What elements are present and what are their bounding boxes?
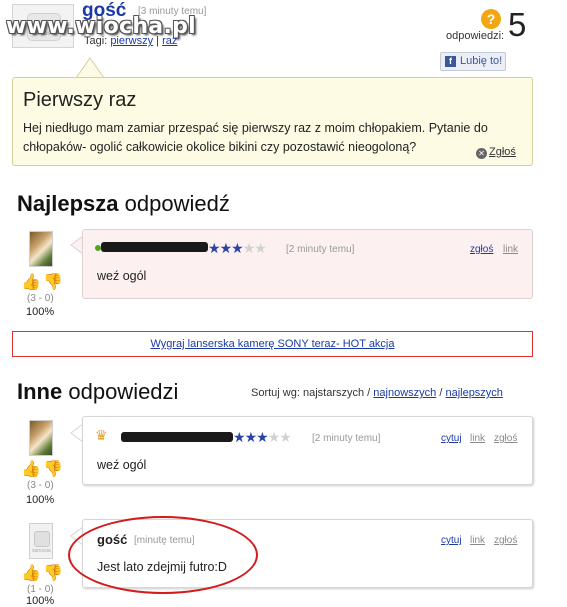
question-title: Pierwszy raz [23,89,137,111]
sort-divider: / [439,387,443,399]
answer-quote-link[interactable]: cytuj [441,535,462,546]
tags-label: Tagi: [84,35,108,47]
report-question-label: Zgłoś [489,146,516,158]
report-question-button[interactable]: ✕ Zgłoś [476,146,516,159]
answer-author-redacted [121,432,233,442]
star-icon: ★ [231,240,244,256]
answer-permalink[interactable]: link [470,433,485,444]
best-answer-heading-bold: Najlepsza [17,191,119,216]
close-icon: ✕ [476,148,487,159]
sort-best-link[interactable]: najlepszych [445,387,502,399]
avatar-caption: samosia [32,548,51,554]
highlight-ellipse [68,516,258,594]
question-time: [3 minuty temu] [138,6,207,17]
best-answer-text: weź ogól [97,269,147,283]
answer-quote-link[interactable]: cytuj [441,433,462,444]
facebook-icon: f [445,56,456,67]
best-answer-votes: (3 - 0) [27,293,54,304]
best-answer-avatar[interactable] [29,231,53,267]
question-tags: Tagi: pierwszy | raz [84,35,177,47]
best-answer-author-redacted [101,242,208,252]
sort-options: Sortuj wg: najstarszych / najnowszych / … [251,387,503,399]
answer-permalink[interactable]: link [470,535,485,546]
thumbs-up-icon[interactable]: 👍 [21,272,41,292]
answer-report-link[interactable]: zgłoś [494,433,517,444]
best-answer-time: [2 minuty temu] [286,244,355,255]
answer-percent: 100% [26,595,55,607]
answer-rating: ★★★★★ [233,429,292,446]
star-icon: ★ [279,429,292,445]
best-answer-permalink[interactable]: link [503,244,518,255]
best-answer-box [82,229,533,299]
facebook-like-button[interactable]: f Lubię to! [440,52,506,71]
answer-report-link[interactable]: zgłoś [494,535,517,546]
answer-avatar[interactable]: samosia [29,523,53,559]
best-answer-rating: ★★★★★ [208,240,267,257]
tag-separator: | [156,35,160,47]
like-label: Lubię to! [460,55,503,67]
star-icon: ★ [244,429,258,445]
other-answers-heading: Inne odpowiedzi [17,379,178,405]
other-answers-heading-bold: Inne [17,379,63,404]
star-icon: ★ [219,240,233,256]
thumbs-up-icon[interactable]: 👍 [21,563,41,583]
star-icon: ★ [256,429,269,445]
best-answer-heading: Najlepsza odpowiedź [17,191,230,217]
answer-time: [2 minuty temu] [312,433,381,444]
thumbs-down-icon[interactable]: 👎 [43,459,63,479]
sort-newest-link[interactable]: najnowszych [373,387,436,399]
answers-question-icon: ? [481,9,501,29]
best-answer-percent: 100% [26,306,55,318]
star-icon: ★ [267,429,281,445]
question-body: Hej niedługo mam zamiar przespać się pie… [23,121,488,154]
crown-icon: ♛ [95,427,108,443]
answers-count-label: odpowiedzi: [446,30,505,42]
other-answers-heading-rest: odpowiedzi [68,379,179,404]
star-icon: ★ [242,240,256,256]
thumbs-up-icon[interactable]: 👍 [21,459,41,479]
best-answer-report-link[interactable]: zgłoś [470,244,493,255]
tag-link-pierwszy[interactable]: pierwszy [110,35,153,47]
answer-box [82,416,533,485]
best-answer-heading-rest: odpowiedź [124,191,230,216]
answer-text: weź ogól [97,458,147,472]
answer-votes: (1 - 0) [27,584,54,595]
thumbs-down-icon[interactable]: 👎 [43,272,63,292]
answers-count: 5 [508,6,527,43]
promo-link[interactable]: Wygraj lanserska kamerę SONY teraz- HOT … [150,338,394,350]
answer-avatar[interactable] [29,420,53,456]
answer-votes: (3 - 0) [27,480,54,491]
star-icon: ★ [254,240,267,256]
answer-percent: 100% [26,494,55,506]
thumbs-down-icon[interactable]: 👎 [43,563,63,583]
star-icon: ★ [233,429,246,445]
question-author-name[interactable]: gość [82,0,126,22]
promo-banner: Wygraj lanserska kamerę SONY teraz- HOT … [12,331,533,357]
tag-link-raz[interactable]: raz [162,35,177,47]
sort-label: Sortuj wg: najstarszych / [251,387,371,399]
star-icon: ★ [208,240,221,256]
